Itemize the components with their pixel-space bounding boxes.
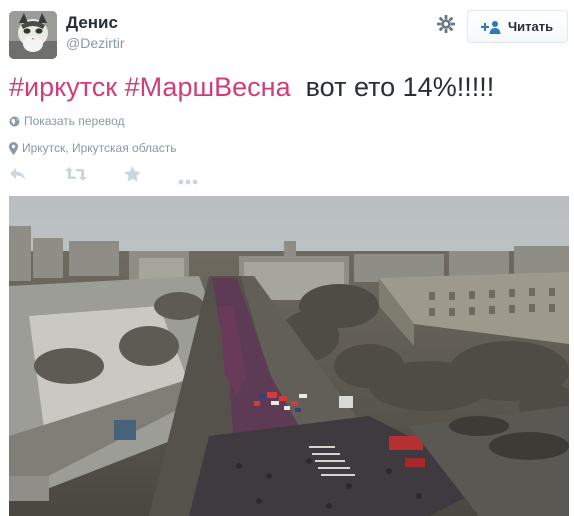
- user-fullname[interactable]: Денис: [66, 13, 118, 33]
- tweet-header: Денис @Dezirtir Читать: [0, 0, 574, 64]
- avatar[interactable]: [9, 11, 57, 59]
- translate-link-label: Показать перевод: [24, 114, 125, 128]
- translate-link[interactable]: Показать перевод: [9, 114, 125, 128]
- tweet-location[interactable]: Иркутск, Иркутская область: [9, 141, 176, 155]
- crowd-photo: [9, 196, 569, 516]
- location-label: Иркутск, Иркутская область: [22, 141, 177, 155]
- follow-person-plus-icon: [481, 20, 501, 34]
- tweet-actions: [0, 164, 574, 188]
- hashtag-marshvesna[interactable]: #МаршВесна: [125, 72, 291, 102]
- follow-button-label: Читать: [508, 19, 554, 34]
- tweet-body-text: вот ето 14%!!!!!: [298, 72, 495, 102]
- more-dots-icon[interactable]: [178, 172, 198, 190]
- tweet-photo[interactable]: [9, 196, 569, 516]
- hashtag-irkutsk[interactable]: #иркутск: [9, 72, 117, 102]
- retweet-icon[interactable]: [65, 166, 87, 187]
- globe-icon: [9, 116, 20, 126]
- location-pin-icon: [9, 141, 18, 155]
- star-icon[interactable]: [124, 166, 141, 187]
- gear-icon[interactable]: [434, 12, 458, 36]
- follow-button[interactable]: Читать: [467, 10, 568, 43]
- tweet-text: #иркутск #МаршВесна вот ето 14%!!!!!: [9, 70, 494, 104]
- reply-icon[interactable]: [9, 166, 27, 187]
- user-screenname[interactable]: @Dezirtir: [66, 35, 125, 51]
- tweet-message: вот ето 14%!!!!!: [305, 72, 495, 102]
